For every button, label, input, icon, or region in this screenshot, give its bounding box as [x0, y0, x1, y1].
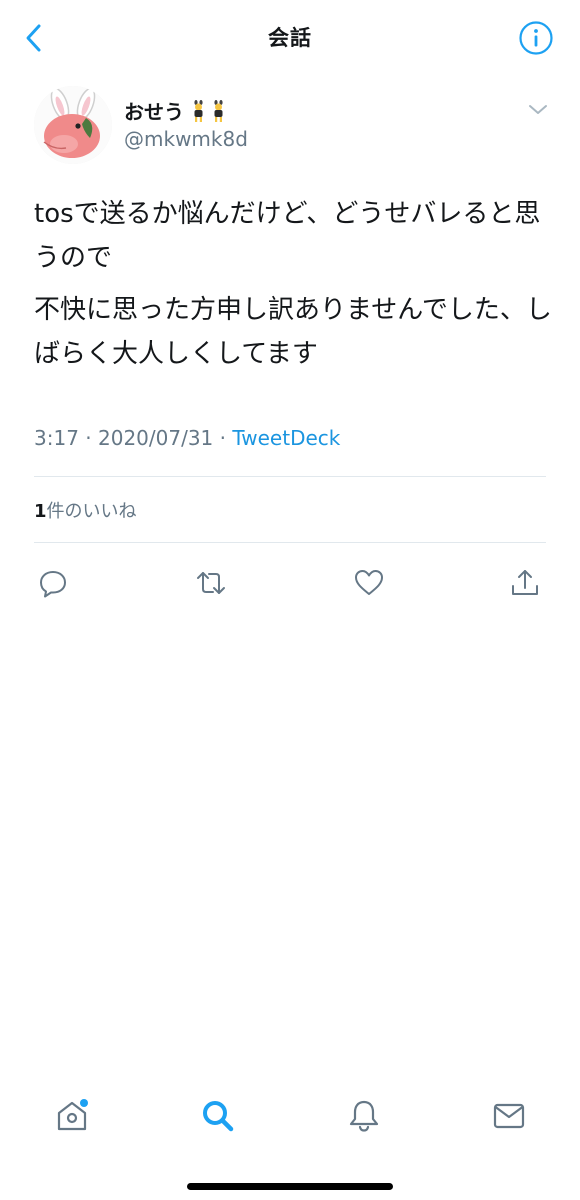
search-icon [203, 1101, 234, 1132]
user-handle[interactable]: @mkwmk8d [124, 127, 248, 151]
home-icon [57, 1099, 88, 1131]
likes-label: 件のいいね [46, 501, 137, 522]
retweet-button[interactable] [194, 566, 228, 600]
divider [34, 542, 546, 543]
tab-notifications[interactable] [344, 1096, 384, 1136]
home-indicator[interactable] [187, 1183, 393, 1190]
tweet-text-line: 不快に思った方申し訳ありませんでした、しばらく大人しくしてます [34, 295, 552, 369]
tab-home[interactable] [52, 1096, 92, 1136]
divider [34, 476, 546, 477]
share-icon [512, 570, 538, 595]
tweet-menu-button[interactable] [526, 100, 550, 120]
tweet-action-bar [0, 566, 580, 602]
bottom-tab-bar [0, 1096, 580, 1146]
tweet-time: 3:17 [34, 426, 79, 450]
parrot-avatar-icon [34, 86, 112, 164]
tweet-client-link[interactable]: TweetDeck [232, 426, 340, 450]
chevron-down-icon [529, 105, 547, 114]
dancers-emoji-icon [188, 99, 230, 122]
like-button[interactable] [352, 566, 386, 600]
tweet-text: tosで送るか悩んだけど、どうせバレると思うので 不快に思った方申し訳ありません… [34, 192, 554, 384]
retweet-icon [197, 572, 225, 594]
bell-icon [349, 1100, 379, 1132]
share-button[interactable] [508, 566, 542, 600]
display-name-text: おせう [124, 100, 184, 124]
tweet-timestamp: 3:17 · 2020/07/31 · TweetDeck [34, 426, 340, 450]
heart-icon [355, 570, 383, 595]
tweet-detail-screen: 会話 おせう @mkwmk8d tosで送るか悩んだけど、どうせバレると思うので… [0, 0, 580, 1200]
tweet-date: 2020/07/31 [98, 426, 214, 450]
meta-separator: · [85, 426, 92, 450]
info-button[interactable] [518, 20, 554, 56]
nav-header: 会話 [0, 0, 580, 78]
display-name[interactable]: おせう [124, 96, 230, 125]
tab-messages[interactable] [489, 1096, 529, 1136]
reply-button[interactable] [36, 566, 70, 600]
reply-icon [40, 571, 66, 598]
tweet-text-line: tosで送るか悩んだけど、どうせバレると思うので [34, 199, 541, 273]
info-icon [519, 21, 553, 55]
tab-search[interactable] [198, 1096, 238, 1136]
likes-count: 1 [34, 501, 47, 522]
likes-summary[interactable]: 1件のいいね [34, 497, 137, 523]
envelope-icon [493, 1103, 525, 1129]
avatar[interactable] [34, 86, 112, 164]
meta-separator: · [219, 426, 226, 450]
page-title: 会話 [268, 26, 312, 50]
